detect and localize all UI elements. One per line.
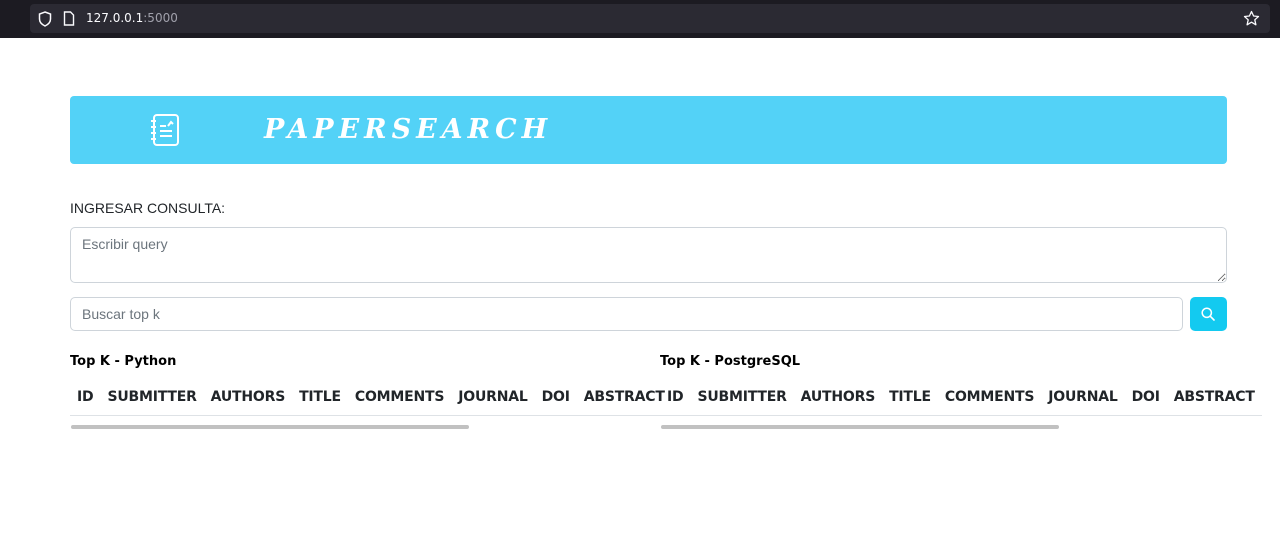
column-header-abstract: ABSTRACT [576, 386, 672, 416]
results-python-table: ID SUBMITTER AUTHORS TITLE COMMENTS JOUR… [70, 386, 672, 416]
column-header-comments: COMMENTS [347, 386, 452, 416]
bookmark-star-icon[interactable] [1243, 10, 1260, 27]
horizontal-scrollbar[interactable] [71, 425, 469, 429]
column-header-journal: JOURNAL [451, 386, 535, 416]
column-header-submitter: SUBMITTER [690, 386, 794, 416]
column-header-abstract: ABSTRACT [1166, 386, 1262, 416]
column-header-title: TITLE [882, 386, 938, 416]
column-header-comments: COMMENTS [937, 386, 1042, 416]
column-header-doi: DOI [534, 386, 577, 416]
column-header-submitter: SUBMITTER [100, 386, 204, 416]
table-header-row: ID SUBMITTER AUTHORS TITLE COMMENTS JOUR… [70, 386, 672, 416]
search-icon [1201, 307, 1215, 321]
query-textarea[interactable] [70, 227, 1227, 283]
column-header-authors: AUTHORS [793, 386, 883, 416]
brand-title: PAPERSEARCH [264, 114, 553, 145]
browser-toolbar: 127.0.0.1:5000 [0, 0, 1280, 38]
url-text[interactable]: 127.0.0.1:5000 [86, 11, 178, 26]
column-header-doi: DOI [1124, 386, 1167, 416]
column-header-title: TITLE [292, 386, 348, 416]
horizontal-scrollbar[interactable] [661, 425, 1059, 429]
table-header-row: ID SUBMITTER AUTHORS TITLE COMMENTS JOUR… [660, 386, 1262, 416]
column-header-id: ID [70, 386, 101, 416]
search-button[interactable] [1190, 297, 1227, 331]
url-port: :5000 [143, 11, 178, 25]
results-postgres-title: Top K - PostgreSQL [660, 354, 801, 369]
notebook-icon [151, 114, 179, 146]
column-header-journal: JOURNAL [1041, 386, 1125, 416]
page-icon [63, 11, 75, 26]
results-postgres-table: ID SUBMITTER AUTHORS TITLE COMMENTS JOUR… [660, 386, 1262, 416]
column-header-id: ID [660, 386, 691, 416]
url-host: 127.0.0.1 [86, 11, 144, 25]
results-python-title: Top K - Python [70, 354, 177, 369]
address-bar[interactable] [30, 4, 1270, 33]
results-postgres: Top K - PostgreSQL ID SUBMITTER AUTHORS … [660, 352, 1262, 429]
header-banner: PAPERSEARCH [70, 96, 1227, 164]
column-header-authors: AUTHORS [203, 386, 293, 416]
results-python: Top K - Python ID SUBMITTER AUTHORS TITL… [70, 352, 672, 429]
query-label: INGRESAR CONSULTA: [70, 200, 226, 216]
shield-icon[interactable] [38, 11, 52, 27]
topk-input[interactable] [70, 297, 1183, 331]
